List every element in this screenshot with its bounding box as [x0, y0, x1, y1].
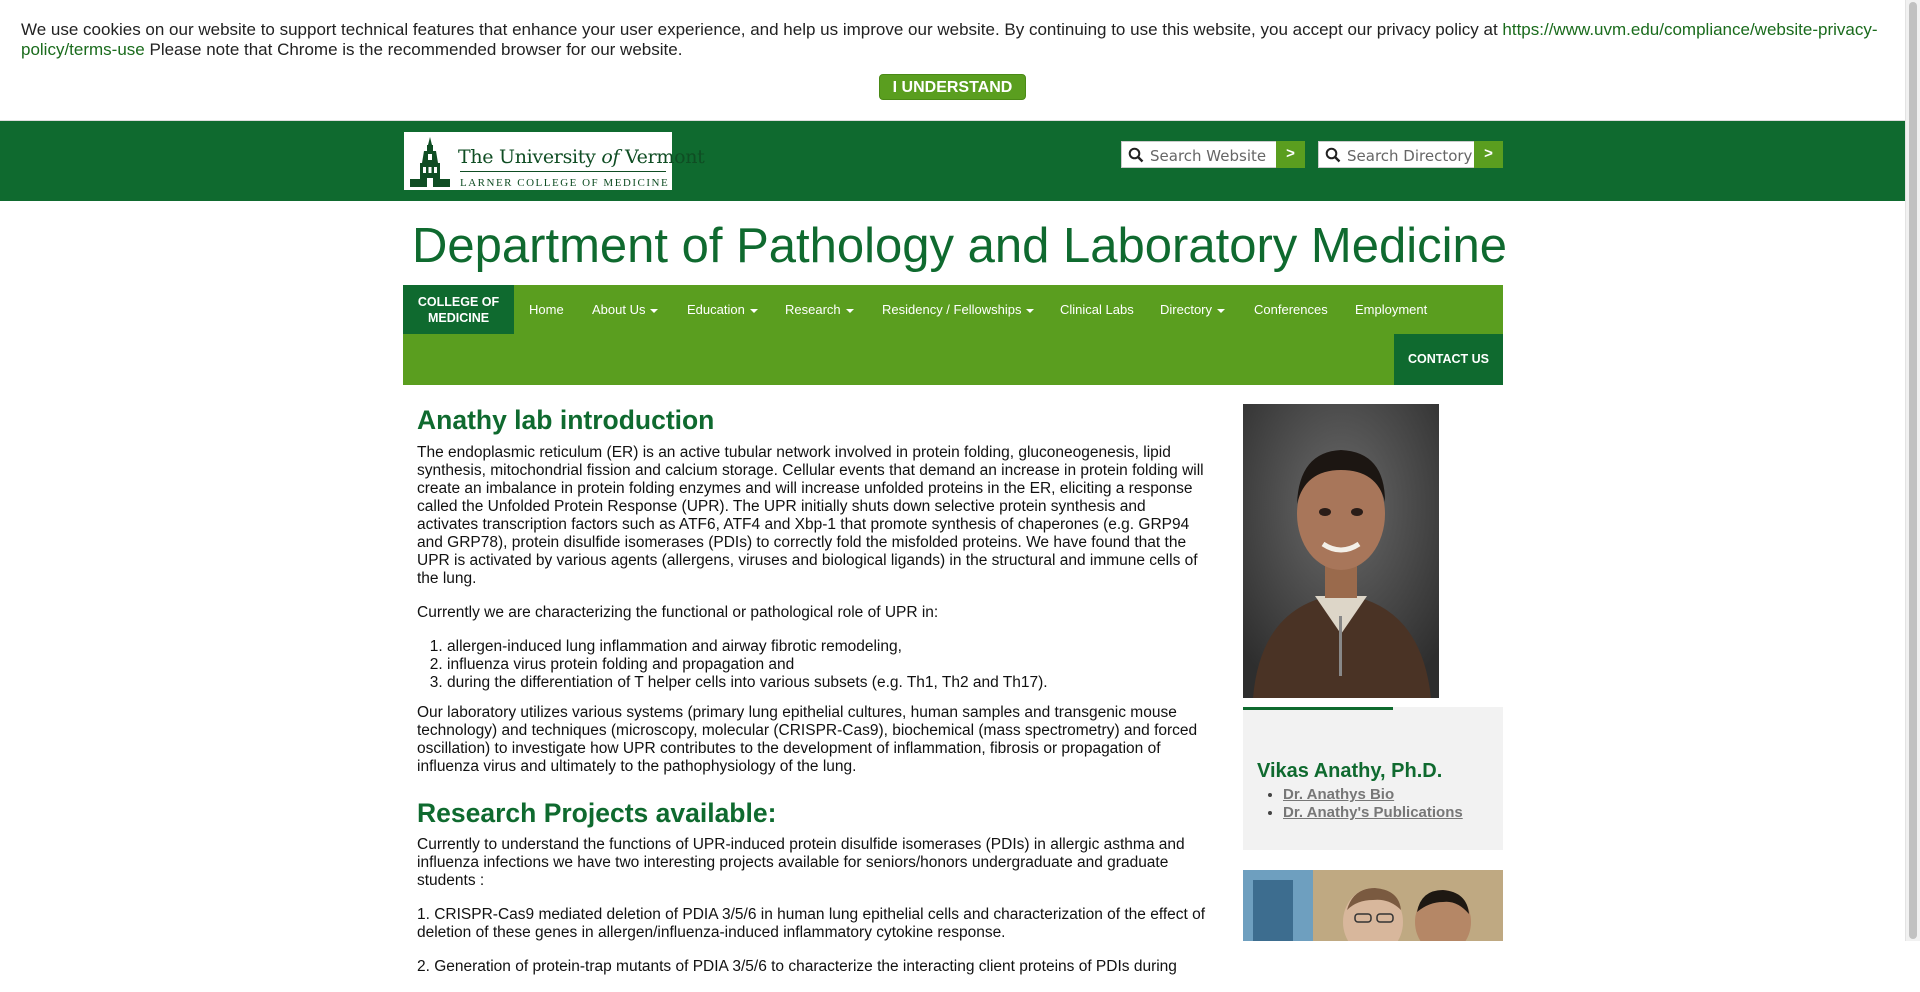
lab-photo	[1243, 870, 1503, 941]
search-directory-go-button[interactable]: >	[1474, 141, 1503, 168]
i-understand-button[interactable]: I UNDERSTAND	[879, 74, 1026, 100]
cookie-banner: We use cookies on our website to support…	[0, 0, 1905, 121]
list-item: during the differentiation of T helper c…	[447, 674, 1207, 692]
search-website-placeholder: Search Website	[1150, 147, 1267, 165]
search-directory-placeholder: Search Directory	[1347, 147, 1473, 165]
projects-intro: Currently to understand the functions of…	[417, 836, 1185, 889]
publications-link[interactable]: Dr. Anathy's Publications	[1283, 804, 1463, 821]
nav-item-employment[interactable]: Employment	[1355, 302, 1427, 317]
nav-item-about-us[interactable]: About Us	[592, 302, 659, 317]
uvm-logo[interactable]: The University of Vermont LARNER COLLEGE…	[403, 131, 705, 191]
list-item: allergen-induced lung inflammation and a…	[447, 638, 1207, 656]
systems-paragraph: Our laboratory utilizes various systems …	[417, 704, 1198, 775]
caret-down-icon	[650, 308, 659, 313]
profile-card: Vikas Anathy, Ph.D. Dr. Anathys Bio Dr. …	[1243, 707, 1503, 850]
intro-paragraph: The endoplasmic reticulum (ER) is an act…	[417, 444, 1204, 587]
profile-photo	[1243, 404, 1439, 698]
nav-item-clinical-labs[interactable]: Clinical Labs	[1060, 302, 1134, 317]
characterizing-paragraph: Currently we are characterizing the func…	[417, 604, 939, 621]
profile-name: Vikas Anathy, Ph.D.	[1257, 760, 1443, 782]
card-accent-bar	[1243, 707, 1393, 710]
college-of-medicine-link[interactable]: COLLEGE OF MEDICINE	[403, 285, 514, 334]
nav-item-home[interactable]: Home	[529, 302, 564, 317]
nav-item-residency-fellowships[interactable]: Residency / Fellowships	[882, 302, 1035, 317]
logo-subtitle: LARNER COLLEGE OF MEDICINE	[460, 177, 670, 189]
nav-item-research[interactable]: Research	[785, 302, 854, 317]
list-item: Dr. Anathys Bio	[1283, 786, 1463, 804]
search-website-go-button[interactable]: >	[1276, 141, 1305, 168]
nav-item-conferences[interactable]: Conferences	[1254, 302, 1328, 317]
site-header	[0, 121, 1905, 201]
logo-name: The University of Vermont	[458, 146, 705, 168]
search-website-field[interactable]: Search Website >	[1121, 141, 1305, 168]
list-item: Dr. Anathy's Publications	[1283, 804, 1463, 822]
search-icon	[1325, 147, 1341, 163]
caret-down-icon	[845, 308, 854, 313]
nav-item-education[interactable]: Education	[687, 302, 758, 317]
search-directory-field[interactable]: Search Directory >	[1318, 141, 1503, 168]
profile-links: Dr. Anathys Bio Dr. Anathy's Publication…	[1265, 786, 1463, 822]
caret-down-icon	[1217, 308, 1226, 313]
caret-down-icon	[749, 308, 758, 313]
scrollbar-thumb[interactable]	[1909, 2, 1917, 939]
nav-item-directory[interactable]: Directory	[1160, 302, 1226, 317]
vertical-scrollbar[interactable]	[1905, 0, 1920, 941]
logo-divider	[460, 171, 666, 172]
project-2: 2. Generation of protein-trap mutants of…	[417, 958, 1177, 975]
main-nav: COLLEGE OF MEDICINE Home About Us Educati…	[403, 285, 1503, 385]
contact-us-button[interactable]: CONTACT US	[1394, 334, 1503, 385]
projects-heading: Research Projects available:	[417, 798, 777, 828]
search-icon	[1128, 147, 1144, 163]
cookie-message: We use cookies on our website to support…	[21, 20, 1878, 59]
tower-icon	[410, 137, 450, 187]
list-item: influenza virus protein folding and prop…	[447, 656, 1207, 674]
project-1: 1. CRISPR-Cas9 mediated deletion of PDIA…	[417, 906, 1206, 941]
upr-roles-list: allergen-induced lung inflammation and a…	[417, 638, 1207, 692]
caret-down-icon	[1026, 308, 1035, 313]
department-title[interactable]: Department of Pathology and Laboratory M…	[412, 218, 1507, 274]
page-heading: Anathy lab introduction	[417, 405, 715, 435]
main-content: Anathy lab introduction The endoplasmic …	[417, 400, 1207, 992]
bio-link[interactable]: Dr. Anathys Bio	[1283, 786, 1394, 803]
